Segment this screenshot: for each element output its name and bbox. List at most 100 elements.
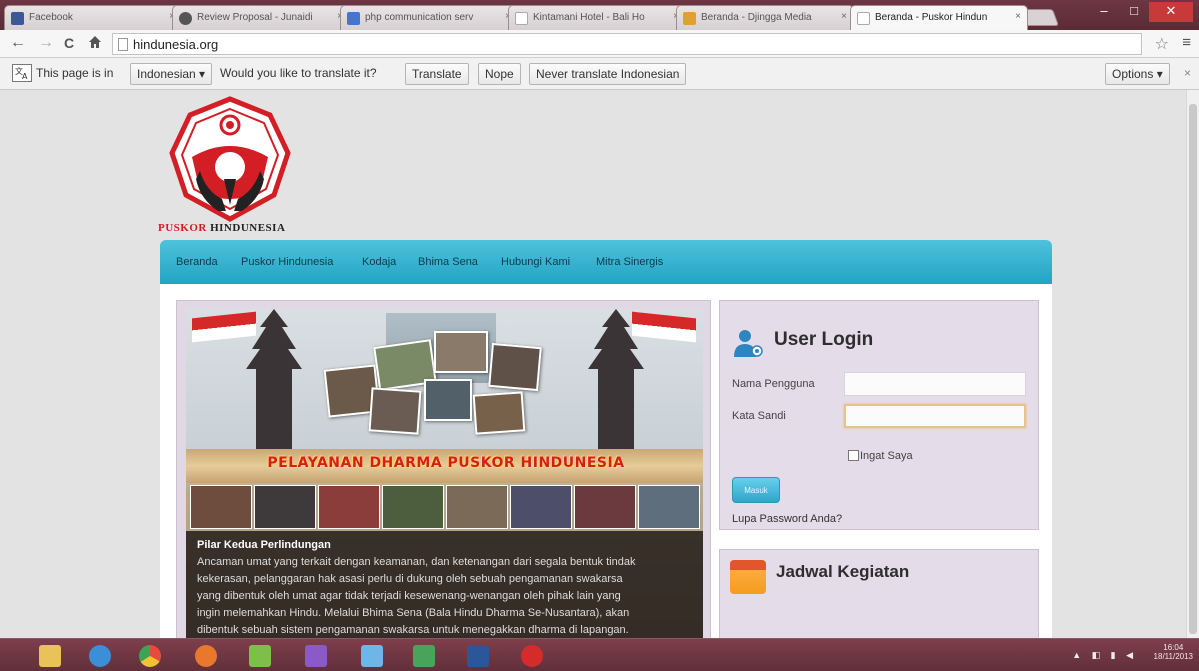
forward-button[interactable]: → bbox=[38, 34, 54, 52]
thumbnail-image bbox=[254, 485, 316, 529]
bookmark-star-icon[interactable]: ☆ bbox=[1155, 34, 1169, 54]
image-slider[interactable]: PELAYANAN DHARMA PUSKOR HINDUNESIA Pilar… bbox=[176, 300, 711, 638]
tab-label: Beranda - Puskor Hindun bbox=[875, 12, 988, 23]
nav-puskor-hindunesia[interactable]: Puskor Hindunesia bbox=[241, 256, 333, 268]
page-icon bbox=[857, 12, 870, 25]
puskor-logo bbox=[169, 96, 291, 222]
thumbnail-image bbox=[574, 485, 636, 529]
visual-studio-icon[interactable] bbox=[296, 642, 336, 670]
record-app-icon[interactable] bbox=[512, 642, 552, 670]
tab-puskor-hindunesia[interactable]: Beranda - Puskor Hindun × bbox=[850, 5, 1028, 30]
user-icon bbox=[734, 330, 763, 357]
tab-kintamani-hotel[interactable]: Kintamani Hotel - Bali Ho × bbox=[508, 5, 686, 30]
jadwal-kegiatan-panel: Jadwal Kegiatan bbox=[719, 549, 1039, 638]
page-viewport: PUSKOR HINDUNESIA Beranda Puskor Hindune… bbox=[0, 90, 1186, 638]
tab-php-communication[interactable]: php communication serv × bbox=[340, 5, 518, 30]
thumbnail-image bbox=[382, 485, 444, 529]
remember-me-label: Ingat Saya bbox=[860, 450, 913, 462]
translate-button[interactable]: Translate bbox=[405, 63, 469, 85]
network-app-icon[interactable] bbox=[404, 642, 444, 670]
remember-me-checkbox[interactable] bbox=[848, 450, 859, 461]
web-page-icon bbox=[179, 12, 192, 25]
temple-left-image bbox=[246, 309, 302, 451]
nope-button[interactable]: Nope bbox=[478, 63, 521, 85]
reload-button[interactable]: C bbox=[64, 35, 74, 51]
translate-question: Would you like to translate it? bbox=[220, 66, 377, 80]
nav-beranda[interactable]: Beranda bbox=[176, 256, 218, 268]
never-translate-button[interactable]: Never translate Indonesian bbox=[529, 63, 687, 85]
tab-facebook[interactable]: Facebook × bbox=[4, 5, 182, 30]
windows-taskbar: ▲ ◧ ▮ ◀ 16:04 18/11/2013 bbox=[0, 638, 1199, 671]
thumbnail-image bbox=[446, 485, 508, 529]
facebook-icon bbox=[11, 12, 24, 25]
page-scrollbar[interactable] bbox=[1186, 90, 1199, 638]
login-title: User Login bbox=[774, 329, 874, 350]
nav-bhima-sena[interactable]: Bhima Sena bbox=[418, 256, 478, 268]
maximize-button[interactable]: □ bbox=[1119, 2, 1149, 22]
page-icon bbox=[515, 12, 528, 25]
user-login-panel: User Login Nama Pengguna Kata Sandi Inga… bbox=[719, 300, 1039, 530]
page-icon bbox=[118, 38, 128, 51]
close-icon[interactable]: × bbox=[841, 11, 847, 22]
close-translate-icon[interactable]: × bbox=[1184, 66, 1191, 80]
slider-image: PELAYANAN DHARMA PUSKOR HINDUNESIA Pilar… bbox=[186, 309, 703, 638]
address-bar[interactable]: hindunesia.org bbox=[112, 33, 1142, 55]
photo bbox=[368, 387, 422, 435]
back-button[interactable]: ← bbox=[10, 34, 26, 52]
internet-explorer-icon[interactable] bbox=[80, 642, 120, 670]
home-icon bbox=[89, 36, 101, 48]
tab-label: Review Proposal - Junaidi bbox=[197, 12, 313, 23]
firefox-icon[interactable] bbox=[186, 642, 226, 670]
photo bbox=[434, 331, 488, 373]
web-page-icon bbox=[683, 12, 696, 25]
caption-line: ingin melemahkan Hindu. Melalui Bhima Se… bbox=[197, 607, 630, 619]
chrome-icon[interactable] bbox=[130, 642, 170, 670]
clock-date: 18/11/2013 bbox=[1153, 652, 1193, 661]
thumbnail-image bbox=[638, 485, 700, 529]
tab-djingga-media[interactable]: Beranda - Djingga Media × bbox=[676, 5, 854, 30]
minimize-button[interactable]: – bbox=[1089, 2, 1119, 22]
tab-label: Facebook bbox=[29, 12, 73, 23]
logo-text-red: PUSKOR bbox=[158, 222, 207, 234]
thumbnail-image bbox=[318, 485, 380, 529]
clock[interactable]: 16:04 18/11/2013 bbox=[1154, 643, 1193, 661]
photo bbox=[488, 342, 542, 392]
nav-mitra-sinergis[interactable]: Mitra Sinergis bbox=[596, 256, 663, 268]
mail-app-icon[interactable] bbox=[240, 642, 280, 670]
username-label: Nama Pengguna bbox=[732, 378, 815, 390]
thumbnail-image bbox=[510, 485, 572, 529]
photo bbox=[472, 391, 526, 435]
site-logo-text: PUSKOR HINDUNESIA bbox=[158, 222, 285, 234]
username-input[interactable] bbox=[844, 372, 1026, 396]
password-label: Kata Sandi bbox=[732, 410, 786, 422]
forgot-password-link[interactable]: Lupa Password Anda? bbox=[732, 513, 842, 525]
paint-icon[interactable] bbox=[352, 642, 392, 670]
close-window-button[interactable]: ✕ bbox=[1149, 2, 1193, 22]
tab-strip: Facebook × Review Proposal - Junaidi × p… bbox=[0, 0, 1199, 30]
tab-label: Beranda - Djingga Media bbox=[701, 12, 812, 23]
nav-hubungi-kami[interactable]: Hubungi Kami bbox=[501, 256, 570, 268]
scrollbar-thumb[interactable] bbox=[1189, 104, 1197, 634]
translate-prefix: This page is in bbox=[36, 66, 114, 80]
language-select[interactable]: Indonesian ▾ bbox=[130, 63, 213, 85]
caption-line: dibentuk sebuah sistem pengamanan swakar… bbox=[197, 624, 629, 636]
tab-review-proposal[interactable]: Review Proposal - Junaidi × bbox=[172, 5, 350, 30]
home-button[interactable] bbox=[88, 35, 102, 52]
temple-right-image bbox=[588, 309, 644, 451]
system-tray-icons[interactable]: ▲ ◧ ▮ ◀ bbox=[1072, 650, 1137, 661]
menu-icon[interactable]: ≡ bbox=[1182, 34, 1191, 51]
password-input[interactable] bbox=[844, 404, 1026, 428]
window-controls: – □ ✕ bbox=[1089, 2, 1193, 24]
file-explorer-icon[interactable] bbox=[30, 642, 70, 670]
close-icon[interactable]: × bbox=[1015, 11, 1021, 22]
banner-title: PELAYANAN DHARMA PUSKOR HINDUNESIA bbox=[267, 455, 625, 471]
nav-kodaja[interactable]: Kodaja bbox=[362, 256, 396, 268]
caption-title: Pilar Kedua Perlindungan bbox=[197, 539, 331, 551]
logo-text-black: HINDUNESIA bbox=[206, 222, 286, 234]
login-submit-button[interactable]: Masuk bbox=[732, 477, 780, 503]
site-nav: Beranda Puskor Hindunesia Kodaja Bhima S… bbox=[160, 240, 1052, 284]
options-button[interactable]: Options ▾ bbox=[1105, 63, 1170, 85]
word-icon[interactable] bbox=[458, 642, 498, 670]
clock-time: 16:04 bbox=[1163, 643, 1184, 652]
calendar-icon bbox=[730, 560, 766, 594]
